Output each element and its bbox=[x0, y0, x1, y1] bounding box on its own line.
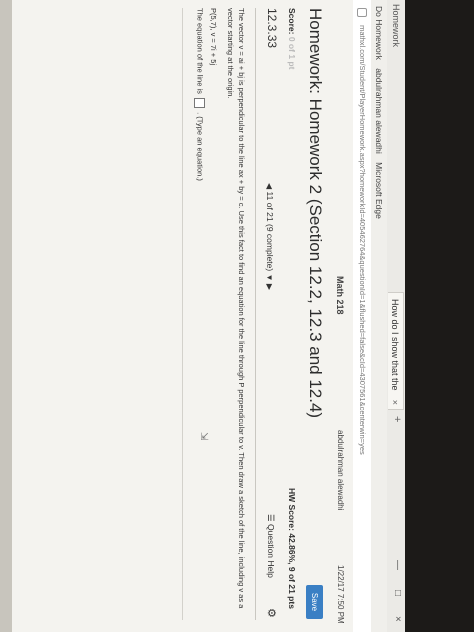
problem-text: The vector v = ai + bj is perpendicular … bbox=[226, 8, 246, 609]
browser-tab[interactable]: How do I show that the × bbox=[388, 292, 404, 410]
bookmark-user[interactable]: abdulrahman alewadhi bbox=[374, 68, 384, 154]
divider bbox=[182, 8, 183, 620]
monitor-bezel bbox=[405, 0, 474, 632]
divider bbox=[255, 8, 256, 620]
question-nav-row: 12.3.33 ◀ 11 of 21 (9 complete) ▼ ▶ ☰ Qu… bbox=[261, 8, 279, 628]
user-name[interactable]: abdulrahman alewadhi bbox=[336, 430, 345, 511]
problem-given: P(5,7), v = 7i + 5j bbox=[209, 8, 218, 66]
question-help-button[interactable]: ☰ Question Help bbox=[265, 514, 276, 578]
question-navigator: ◀ 11 of 21 (9 complete) ▼ ▶ bbox=[265, 183, 275, 290]
close-icon[interactable]: × bbox=[392, 616, 403, 622]
photo-left-edge bbox=[0, 0, 12, 632]
question-progress[interactable]: 11 of 21 (9 complete) bbox=[265, 192, 275, 272]
browser-window: Homework How do I show that the × + — □ … bbox=[0, 0, 405, 632]
bookmark-edge[interactable]: Microsoft Edge bbox=[374, 162, 384, 219]
page-title: Homework: Homework 2 (Section 12.2, 12.3… bbox=[306, 8, 325, 419]
hw-score: HW Score: 42.86%, 9 of 21 pts bbox=[287, 488, 297, 609]
site-header: Math 218 abdulrahman alewadhi 1/22/17 7:… bbox=[327, 0, 353, 632]
score-value: 0 of 1 pt bbox=[287, 36, 297, 70]
title-bar: Homework How do I show that the × + — □ … bbox=[386, 0, 405, 632]
app-label: Homework bbox=[391, 4, 401, 48]
tab-title: How do I show that the bbox=[390, 299, 400, 391]
score-row: Score: 0 of 1 pt HW Score: 42.86%, 9 of … bbox=[283, 8, 297, 628]
maximize-icon[interactable]: □ bbox=[392, 590, 403, 596]
tab-close-icon[interactable]: × bbox=[387, 400, 403, 405]
minimize-icon[interactable]: — bbox=[392, 560, 403, 570]
answer-row: The equation of the line is . (Type an e… bbox=[194, 8, 205, 181]
answer-suffix: . (Type an equation.) bbox=[195, 112, 205, 181]
new-tab-icon[interactable]: + bbox=[391, 416, 403, 422]
next-question-icon[interactable]: ▶ bbox=[265, 284, 274, 290]
url-text: mathxl.com/Student/PlayerHomework.aspx?h… bbox=[358, 25, 367, 455]
bookmark-do-homework[interactable]: Do Homework bbox=[374, 6, 384, 60]
question-help-label: Question Help bbox=[266, 524, 276, 578]
answer-prefix: The equation of the line is bbox=[195, 8, 205, 94]
problem-statement: The vector v = ai + bj is perpendicular … bbox=[202, 8, 247, 613]
score: Score: 0 of 1 pt bbox=[287, 8, 297, 69]
course-name: Math 218 bbox=[335, 276, 345, 315]
bookmarks-bar: Do Homework abdulrahman alewadhi Microso… bbox=[370, 0, 387, 632]
gear-icon[interactable]: ⚙ bbox=[265, 608, 278, 618]
answer-input[interactable] bbox=[194, 98, 205, 108]
score-label: Score: bbox=[287, 8, 297, 35]
address-bar[interactable]: mathxl.com/Student/PlayerHomework.aspx?h… bbox=[352, 0, 371, 632]
mouse-cursor-icon: ⇲ bbox=[198, 432, 209, 441]
date-time: 1/22/17 7:50 PM bbox=[336, 565, 345, 624]
question-number: 12.3.33 bbox=[265, 8, 279, 49]
lock-icon bbox=[356, 8, 367, 17]
dropdown-icon[interactable]: ▼ bbox=[265, 274, 274, 282]
photo-background: Homework How do I show that the × + — □ … bbox=[0, 0, 474, 632]
save-button[interactable]: Save bbox=[306, 585, 323, 619]
prev-question-icon[interactable]: ◀ bbox=[265, 183, 274, 189]
question-help-icon: ☰ bbox=[266, 514, 276, 522]
